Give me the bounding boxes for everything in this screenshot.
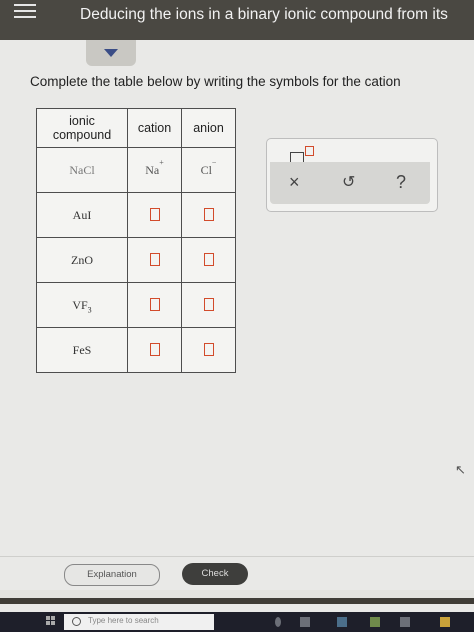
check-button[interactable]: Check bbox=[182, 563, 248, 585]
table-row: AuI bbox=[36, 192, 236, 238]
taskbar: Type here to search bbox=[0, 612, 474, 632]
compound-cell: AuI bbox=[36, 192, 128, 238]
store-icon[interactable] bbox=[400, 617, 410, 627]
compound-label: FeS bbox=[72, 343, 92, 357]
compound-label: VF3 bbox=[72, 297, 92, 315]
mouse-cursor-icon: ↖ bbox=[455, 462, 466, 477]
header-ionic-compound: ionic compound bbox=[36, 108, 128, 148]
search-icon bbox=[72, 617, 81, 626]
anion-cell: Cl− bbox=[181, 147, 236, 193]
header-compound-label: compound bbox=[52, 128, 112, 142]
task-view-icon[interactable] bbox=[300, 617, 310, 627]
compound-cell: FeS bbox=[36, 327, 128, 373]
undo-button[interactable]: ↺ bbox=[342, 172, 355, 192]
browser-icon[interactable] bbox=[337, 617, 347, 627]
top-bar: Deducing the ions in a binary ionic comp… bbox=[0, 0, 474, 40]
anion-cell bbox=[181, 192, 236, 238]
cation-answer-box[interactable] bbox=[149, 253, 160, 267]
table-header-row: ionic compound cation anion bbox=[36, 108, 236, 148]
cation-cell bbox=[127, 282, 182, 328]
instruction-text: Complete the table below by writing the … bbox=[30, 74, 401, 89]
windows-start-icon[interactable] bbox=[46, 616, 56, 626]
anion-cell bbox=[181, 237, 236, 283]
compound-label: NaCl bbox=[69, 163, 95, 177]
compound-cell: VF3 bbox=[36, 282, 128, 328]
header-cation: cation bbox=[127, 108, 182, 148]
cation-answer-box[interactable] bbox=[149, 298, 160, 312]
cation-answer-box[interactable] bbox=[149, 343, 160, 357]
anion-cell bbox=[181, 282, 236, 328]
table-row: NaCl Na+ Cl− bbox=[36, 147, 236, 193]
superscript-box-icon bbox=[305, 146, 314, 156]
compound-label: ZnO bbox=[71, 253, 93, 267]
cation-cell bbox=[127, 237, 182, 283]
explanation-button[interactable]: Explanation bbox=[64, 564, 160, 586]
menu-icon[interactable] bbox=[14, 4, 36, 18]
anion-answer-box[interactable] bbox=[203, 298, 214, 312]
table-row: FeS bbox=[36, 327, 236, 373]
header-ionic-label: ionic bbox=[69, 114, 95, 128]
anion-answer-box[interactable] bbox=[203, 208, 214, 222]
cation-cell: Na+ bbox=[127, 147, 182, 193]
cation-symbol: Na+ bbox=[145, 158, 164, 177]
anion-cell bbox=[181, 327, 236, 373]
cation-answer-box[interactable] bbox=[149, 208, 160, 222]
anion-symbol: Cl− bbox=[200, 158, 217, 177]
cation-cell bbox=[127, 192, 182, 238]
help-button[interactable]: ? bbox=[396, 172, 406, 193]
ions-table: ionic compound cation anion NaCl Na+ Cl−… bbox=[36, 108, 236, 373]
compound-cell: ZnO bbox=[36, 237, 128, 283]
chevron-down-icon bbox=[104, 49, 118, 57]
clear-button[interactable]: × bbox=[289, 172, 300, 193]
cortana-icon[interactable] bbox=[275, 617, 281, 627]
search-placeholder: Type here to search bbox=[88, 616, 159, 625]
collapse-toggle[interactable] bbox=[86, 40, 136, 66]
cation-cell bbox=[127, 327, 182, 373]
footer-divider bbox=[0, 556, 474, 557]
anion-answer-box[interactable] bbox=[203, 343, 214, 357]
files-icon[interactable] bbox=[370, 617, 380, 627]
taskbar-search-input[interactable]: Type here to search bbox=[64, 614, 214, 630]
table-row: VF3 bbox=[36, 282, 236, 328]
table-row: ZnO bbox=[36, 237, 236, 283]
folder-icon[interactable] bbox=[440, 617, 450, 627]
compound-cell: NaCl bbox=[36, 147, 128, 193]
page-title: Deducing the ions in a binary ionic comp… bbox=[80, 6, 448, 23]
bottom-strip bbox=[0, 590, 474, 604]
header-anion: anion bbox=[181, 108, 236, 148]
compound-label: AuI bbox=[72, 208, 92, 222]
anion-answer-box[interactable] bbox=[203, 253, 214, 267]
